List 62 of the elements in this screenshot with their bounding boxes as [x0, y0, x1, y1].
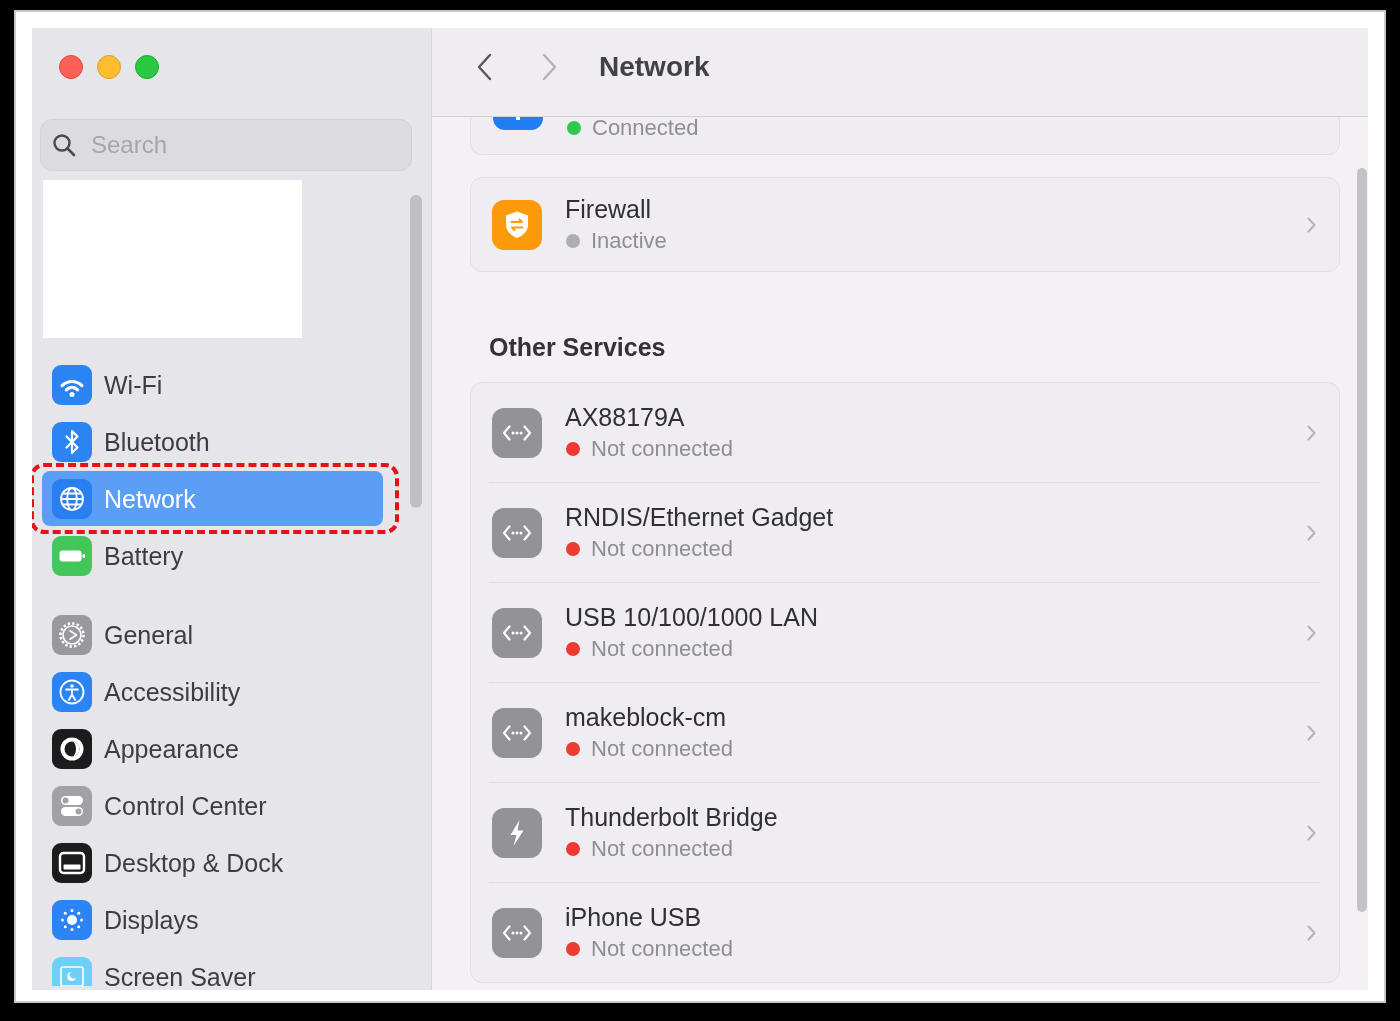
service-name: AX88179A [565, 402, 685, 431]
scrollbar-thumb[interactable] [410, 195, 422, 508]
sidebar-item[interactable]: Appearance [42, 727, 383, 770]
battery-icon [52, 535, 92, 576]
sidebar-item[interactable]: General [42, 613, 383, 656]
sidebar-item[interactable]: Wi-Fi [42, 363, 383, 406]
status-text: Not connected [591, 834, 733, 863]
angle-brackets-icon [492, 607, 542, 658]
service-name: makeblock-cm [565, 702, 727, 731]
close-button[interactable] [59, 55, 83, 79]
status-text: Not connected [591, 934, 733, 963]
chevron-right-icon [1307, 924, 1316, 941]
status-text: Not connected [591, 634, 733, 663]
sidebar-item[interactable]: Bluetooth [42, 420, 383, 463]
bluetooth-icon [52, 421, 92, 462]
picture-frame-icon [52, 956, 92, 986]
tile-icon [493, 117, 543, 130]
status-text: Inactive [591, 226, 667, 255]
dock-icon [52, 842, 92, 883]
sun-icon [52, 899, 92, 940]
status-text: Connected [592, 117, 699, 139]
chevron-right-icon [542, 53, 558, 81]
scrollbar-thumb[interactable] [1357, 168, 1367, 912]
chevron-left-icon [476, 53, 492, 81]
toggles-icon [52, 785, 92, 826]
angle-brackets-icon [492, 907, 542, 958]
angle-brackets-icon [492, 707, 542, 758]
window-title: Network [599, 52, 710, 82]
status-text: Not connected [591, 734, 733, 763]
service-name: Firewall [565, 194, 652, 223]
angle-brackets-icon [492, 407, 542, 458]
gear-icon [52, 614, 92, 655]
contrast-icon [52, 728, 92, 769]
chevron-right-icon [1307, 724, 1316, 741]
service-name: iPhone USB [565, 902, 702, 931]
chevron-right-icon [1307, 424, 1316, 441]
globe-icon [52, 478, 92, 519]
chevron-right-icon [1307, 216, 1316, 233]
lightning-bolt-icon [492, 807, 542, 858]
chevron-right-icon [1307, 624, 1316, 641]
chevron-right-icon [1307, 824, 1316, 841]
wifi-icon [52, 364, 92, 405]
status-text: Not connected [591, 434, 733, 463]
status-text: Not connected [591, 534, 733, 563]
service-name: RNDIS/Ethernet Gadget [565, 502, 834, 531]
sidebar-item[interactable]: Desktop & Dock [42, 841, 383, 884]
sidebar-item[interactable]: Battery [42, 534, 383, 577]
chevron-right-icon [1307, 524, 1316, 541]
service-name: USB 10/100/1000 LAN [565, 602, 818, 631]
search-icon [52, 133, 76, 157]
sidebar-item[interactable]: Control Center [42, 784, 383, 827]
zoom-button[interactable] [135, 55, 159, 79]
accessibility-icon [52, 671, 92, 712]
shield-icon [492, 199, 542, 250]
sidebar-item[interactable]: Screen Saver [42, 955, 383, 990]
angle-brackets-icon [492, 507, 542, 558]
service-name: Thunderbolt Bridge [565, 802, 778, 831]
sidebar-item[interactable]: Accessibility [42, 670, 383, 713]
minimize-button[interactable] [97, 55, 121, 79]
section-heading: Other Services [489, 334, 666, 360]
sidebar-item[interactable]: Displays [42, 898, 383, 941]
back-button[interactable] [476, 53, 492, 81]
